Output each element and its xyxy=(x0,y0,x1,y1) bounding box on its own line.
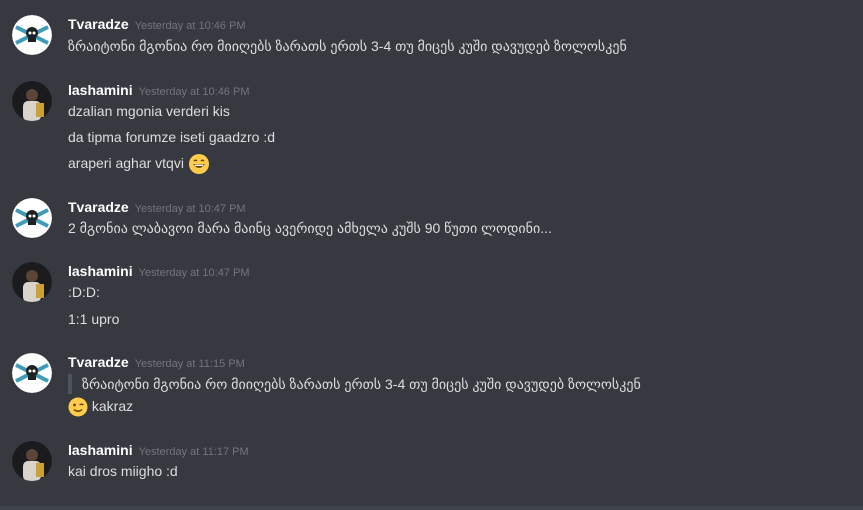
skull-crossbones-icon xyxy=(12,198,52,238)
timestamp: Yesterday at 10:47 PM xyxy=(138,267,250,279)
winking-face-icon[interactable] xyxy=(68,397,88,417)
message-text-with-emoji: kakraz xyxy=(68,396,133,417)
username[interactable]: Tvaradze xyxy=(68,16,129,32)
message-input-edge xyxy=(0,506,863,510)
message-text: :D:D: xyxy=(68,284,100,300)
message-text: kakraz xyxy=(91,398,134,414)
avatar-lashamini[interactable] xyxy=(12,81,52,121)
username[interactable]: Tvaradze xyxy=(68,354,129,370)
message-text-with-emoji: araperi aghar vtqvi xyxy=(68,153,210,175)
message-text: ზრაიტონი მგონია რო მიიღებს ზარათს ერთს 3… xyxy=(68,38,627,54)
user-photo-icon xyxy=(12,262,52,302)
message-header: lashamini Yesterday at 11:17 PM xyxy=(68,441,249,461)
username[interactable]: lashamini xyxy=(68,442,133,458)
user-photo-icon xyxy=(12,441,52,481)
message-header: Tvaradze Yesterday at 10:46 PM xyxy=(68,15,246,35)
avatar-tvaradze[interactable] xyxy=(12,15,52,55)
message-text: kai dros miigho :d xyxy=(68,463,178,479)
message-header: lashamini Yesterday at 10:46 PM xyxy=(68,81,249,101)
timestamp: Yesterday at 10:47 PM xyxy=(134,203,246,215)
timestamp: Yesterday at 11:17 PM xyxy=(138,446,249,458)
message-text: da tipma forumze iseti gaadzro :d xyxy=(68,129,275,145)
user-photo-icon xyxy=(12,81,52,121)
username[interactable]: lashamini xyxy=(68,82,133,98)
skull-crossbones-icon xyxy=(12,353,52,393)
blockquote: ზრაიტონი მგონია რო მიიღებს ზარათს ერთს 3… xyxy=(68,374,641,394)
skull-crossbones-icon xyxy=(12,15,52,55)
message-text: 1:1 upro xyxy=(68,311,120,327)
username[interactable]: lashamini xyxy=(68,263,133,279)
username[interactable]: Tvaradze xyxy=(68,199,129,215)
message-header: Tvaradze Yesterday at 10:47 PM xyxy=(68,198,246,218)
message-header: lashamini Yesterday at 10:47 PM xyxy=(68,262,249,282)
message-text: araperi aghar vtqvi xyxy=(68,155,184,171)
timestamp: Yesterday at 10:46 PM xyxy=(134,20,246,32)
chat-message-list: Tvaradze Yesterday at 10:46 PM ზრაიტონი მ… xyxy=(0,0,863,510)
avatar-tvaradze[interactable] xyxy=(12,198,52,238)
avatar-lashamini[interactable] xyxy=(12,262,52,302)
message-text: dzalian mgonia verderi kis xyxy=(68,103,230,119)
message-header: Tvaradze Yesterday at 11:15 PM xyxy=(68,353,245,373)
timestamp: Yesterday at 10:46 PM xyxy=(138,86,250,98)
avatar-lashamini[interactable] xyxy=(12,441,52,481)
avatar-tvaradze[interactable] xyxy=(12,353,52,393)
timestamp: Yesterday at 11:15 PM xyxy=(134,358,245,370)
message-text: 2 მგონია ლაბავოი მარა მაინც ავერიდე ამხე… xyxy=(68,220,552,236)
grinning-face-icon[interactable] xyxy=(188,153,210,175)
